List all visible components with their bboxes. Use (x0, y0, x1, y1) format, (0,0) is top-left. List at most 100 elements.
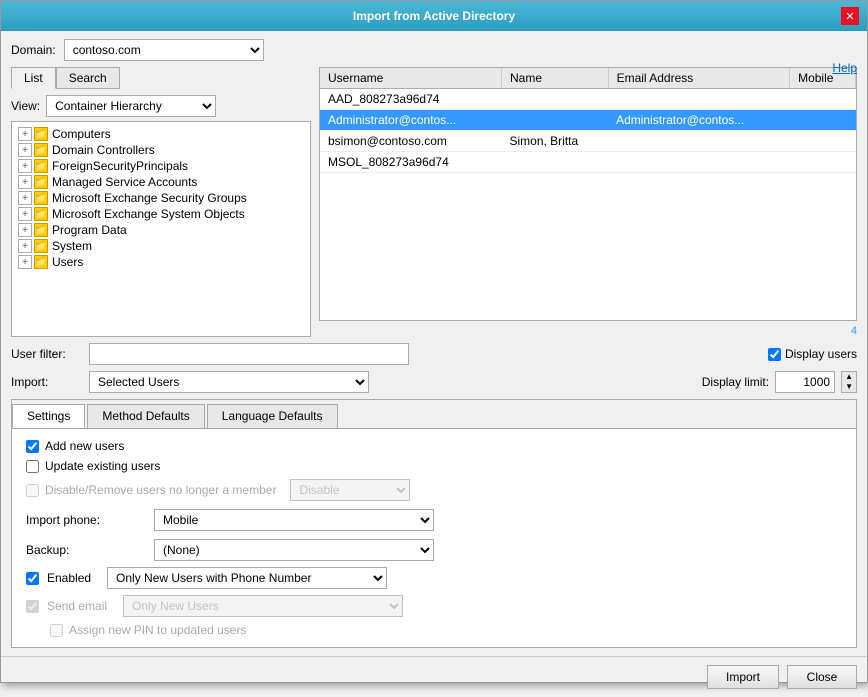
view-select[interactable]: Container Hierarchy (46, 95, 216, 117)
folder-icon: 📁 (34, 175, 48, 189)
tree-expander[interactable]: + (18, 239, 32, 253)
cell-email (608, 131, 790, 152)
tree-label: Microsoft Exchange System Objects (52, 207, 245, 221)
display-limit-input[interactable]: 1000 (775, 371, 835, 393)
tree-item[interactable]: + 📁 Managed Service Accounts (14, 174, 308, 190)
tree-expander[interactable]: + (18, 207, 32, 221)
update-existing-users-row: Update existing users (26, 459, 842, 473)
user-table: Username Name Email Address Mobile AAD_8… (319, 67, 857, 321)
import-select[interactable]: Selected Users All Users New Users (89, 371, 369, 393)
table-row[interactable]: AAD_808273a96d74 (320, 89, 856, 110)
display-limit: Display limit: 1000 ▲ ▼ (702, 371, 857, 393)
update-existing-users-label: Update existing users (45, 459, 160, 473)
table-row[interactable]: MSOL_808273a96d74 (320, 152, 856, 173)
import-phone-select[interactable]: Mobile Home Work (154, 509, 434, 531)
tree-container[interactable]: + 📁 Computers + 📁 Domain Controllers + 📁… (11, 121, 311, 337)
tree-item[interactable]: + 📁 ForeignSecurityPrincipals (14, 158, 308, 174)
cell-username: AAD_808273a96d74 (320, 89, 502, 110)
tree-expander[interactable]: + (18, 175, 32, 189)
disable-remove-select: Disable (290, 479, 410, 501)
tree-item[interactable]: + 📁 Users (14, 254, 308, 270)
enabled-checkbox[interactable] (26, 572, 39, 585)
tab-language-defaults[interactable]: Language Defaults (207, 404, 338, 428)
spinner-down[interactable]: ▼ (842, 382, 856, 392)
send-email-label: Send email (47, 599, 107, 613)
dialog-title: Import from Active Directory (27, 9, 841, 23)
cell-email (608, 152, 790, 173)
update-existing-users-checkbox[interactable] (26, 460, 39, 473)
close-dialog-button[interactable]: Close (787, 665, 857, 689)
domain-select[interactable]: contoso.com (64, 39, 264, 61)
cell-username: Administrator@contos... (320, 110, 502, 131)
tree-item[interactable]: + 📁 Computers (14, 126, 308, 142)
tree-expander[interactable]: + (18, 143, 32, 157)
cell-mobile (790, 110, 856, 131)
folder-icon: 📁 (34, 207, 48, 221)
backup-select[interactable]: (None) (154, 539, 434, 561)
add-new-users-checkbox[interactable] (26, 440, 39, 453)
dialog: Import from Active Directory ✕ Help Doma… (0, 0, 868, 683)
folder-icon: 📁 (34, 191, 48, 205)
cell-username: MSOL_808273a96d74 (320, 152, 502, 173)
tab-list[interactable]: List (11, 67, 56, 89)
help-link[interactable]: Help (832, 61, 857, 75)
display-limit-label: Display limit: (702, 375, 769, 389)
tab-method-defaults[interactable]: Method Defaults (87, 404, 204, 428)
disable-remove-checkbox[interactable] (26, 484, 39, 497)
tab-settings[interactable]: Settings (12, 404, 85, 428)
tree-item[interactable]: + 📁 Microsoft Exchange System Objects (14, 206, 308, 222)
tree-item[interactable]: + 📁 System (14, 238, 308, 254)
folder-icon: 📁 (34, 223, 48, 237)
display-users-checkbox[interactable] (768, 348, 781, 361)
tab-search[interactable]: Search (56, 67, 120, 89)
spinner: ▲ ▼ (841, 371, 857, 393)
tree-expander[interactable]: + (18, 159, 32, 173)
close-button[interactable]: ✕ (841, 7, 859, 25)
cell-username: bsimon@contoso.com (320, 131, 502, 152)
tree-label: Users (52, 255, 83, 269)
domain-label: Domain: (11, 43, 56, 57)
tree-expander[interactable]: + (18, 223, 32, 237)
tree-label: Program Data (52, 223, 127, 237)
assign-pin-checkbox[interactable] (50, 624, 63, 637)
cell-mobile (790, 152, 856, 173)
col-username: Username (320, 68, 502, 89)
folder-icon: 📁 (34, 239, 48, 253)
enabled-select[interactable]: Only New Users with Phone Number (107, 567, 387, 589)
tree-expander[interactable]: + (18, 191, 32, 205)
assign-pin-label: Assign new PIN to updated users (69, 623, 246, 637)
tree-expander[interactable]: + (18, 255, 32, 269)
tree-expander[interactable]: + (18, 127, 32, 141)
folder-icon: 📁 (34, 127, 48, 141)
folder-icon: 📁 (34, 255, 48, 269)
page-number: 4 (851, 325, 857, 337)
send-email-checkbox[interactable] (26, 600, 39, 613)
users-table: Username Name Email Address Mobile AAD_8… (320, 68, 856, 173)
tree-label: Domain Controllers (52, 143, 155, 157)
assign-pin-row: Assign new PIN to updated users (50, 623, 842, 637)
import-button[interactable]: Import (707, 665, 779, 689)
user-filter-input[interactable] (89, 343, 409, 365)
folder-icon: 📁 (34, 143, 48, 157)
tree-label: System (52, 239, 92, 253)
settings-content: Add new users Update existing users Disa… (12, 429, 856, 647)
tree-item[interactable]: + 📁 Domain Controllers (14, 142, 308, 158)
import-label: Import: (11, 375, 81, 389)
import-phone-label: Import phone: (26, 513, 146, 527)
bottom-buttons: Import Close (1, 656, 867, 697)
settings-panel: Settings Method Defaults Language Defaul… (11, 399, 857, 648)
view-label: View: (11, 99, 40, 113)
title-bar: Import from Active Directory ✕ (1, 1, 867, 31)
tree-item[interactable]: + 📁 Microsoft Exchange Security Groups (14, 190, 308, 206)
add-new-users-label: Add new users (45, 439, 124, 453)
spinner-up[interactable]: ▲ (842, 372, 856, 382)
view-row: View: Container Hierarchy (11, 95, 311, 117)
cell-mobile (790, 131, 856, 152)
cell-email: Administrator@contos... (608, 110, 790, 131)
tree-item[interactable]: + 📁 Program Data (14, 222, 308, 238)
table-row[interactable]: Administrator@contos... Administrator@co… (320, 110, 856, 131)
user-filter-label: User filter: (11, 347, 81, 361)
table-row[interactable]: bsimon@contoso.com Simon, Britta (320, 131, 856, 152)
backup-label: Backup: (26, 543, 146, 557)
left-panel: List Search View: Container Hierarchy + … (11, 67, 311, 337)
